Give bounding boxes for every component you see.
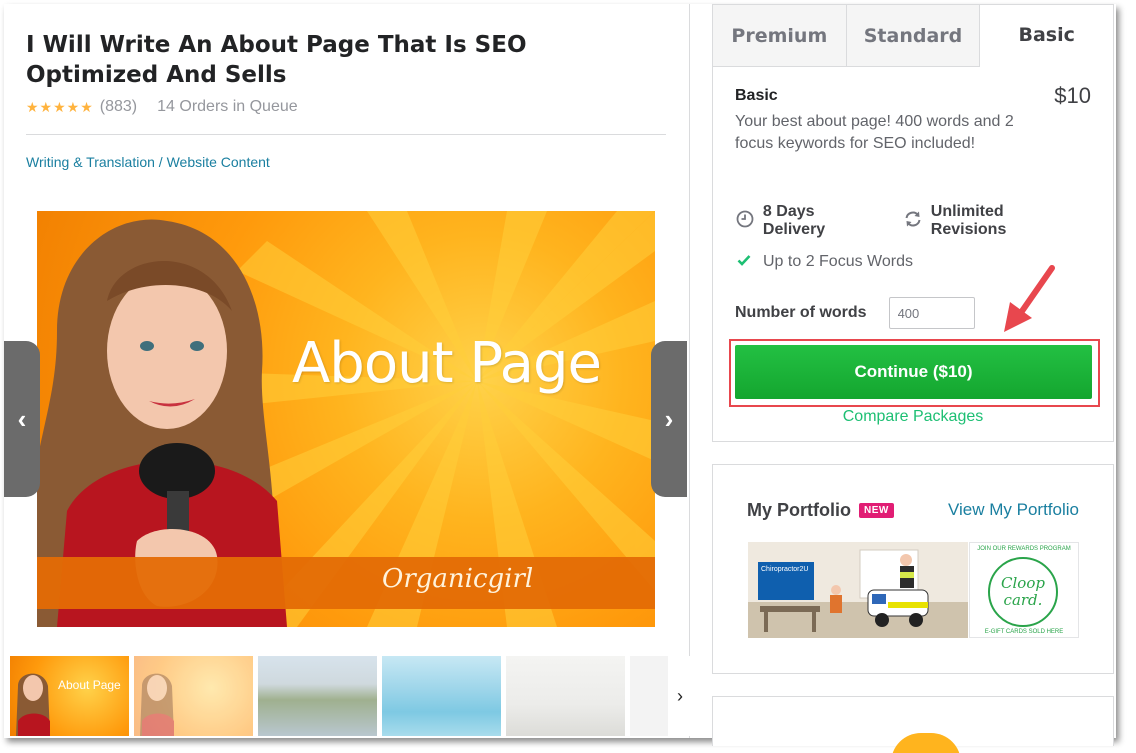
delivery-text: 8 Days Delivery [762, 203, 826, 238]
refresh-icon [903, 210, 923, 233]
thumbnail-portrait [16, 673, 50, 736]
words-selector: Number of words [735, 297, 975, 329]
thumbnail-1[interactable]: About Page [10, 656, 129, 736]
slider-prev-button[interactable]: ‹ [4, 341, 40, 497]
thumbnail-2[interactable] [134, 656, 253, 736]
tab-premium[interactable]: Premium [713, 5, 847, 66]
orders-in-queue: 14 Orders in Queue [157, 98, 298, 115]
revisions-text: Unlimited Revisions [930, 203, 1007, 238]
image-signature: Organicgirl [382, 564, 534, 594]
star-rating-icon: ★★★★★ [26, 98, 94, 115]
words-input[interactable] [888, 297, 975, 329]
compare-packages-link[interactable]: Compare Packages [713, 408, 1113, 426]
next-card [712, 696, 1114, 753]
portfolio-item2-top: JOIN OUR REWARDS PROGRAM [977, 546, 1071, 552]
thumbnail-4[interactable] [382, 656, 501, 736]
card-image-partial [891, 733, 961, 753]
gig-main-image[interactable]: About Page Organicgirl [37, 211, 655, 627]
package-price: $10 [1054, 83, 1091, 108]
tab-standard[interactable]: Standard [846, 5, 981, 66]
package-description: Your best about page! 400 words and 2 fo… [735, 113, 1014, 152]
package-name: Basic [735, 87, 778, 104]
chevron-right-icon: › [664, 403, 674, 434]
delivery-feature: 8 Days Delivery [735, 203, 881, 239]
chevron-left-icon: ‹ [17, 403, 27, 434]
tab-basic[interactable]: Basic [980, 5, 1114, 67]
portfolio-card: My Portfolio NEW View My Portfolio Chiro… [712, 464, 1114, 674]
gig-title: I Will Write An About Page That Is SEO O… [26, 32, 527, 88]
breadcrumb-separator: / [154, 154, 167, 170]
focus-words-text: Up to 2 Focus Words [763, 253, 913, 270]
feature-row: 8 Days Delivery Unlimited Revisions [735, 203, 1105, 239]
thumbnails-next-button[interactable]: › [668, 656, 692, 736]
portfolio-item2-bottom: E-GIFT CARDS SOLD HERE [984, 629, 1064, 635]
breadcrumb-subcategory[interactable]: Website Content [167, 154, 270, 170]
signature-band [37, 557, 655, 609]
slider-next-button[interactable]: › [651, 341, 687, 497]
chevron-right-icon: › [677, 685, 683, 706]
clock-icon [735, 210, 755, 233]
portfolio-title-text: My Portfolio [747, 500, 851, 520]
new-badge: NEW [859, 503, 894, 518]
view-portfolio-link[interactable]: View My Portfolio [948, 500, 1079, 520]
breadcrumb-category[interactable]: Writing & Translation [26, 154, 155, 170]
breadcrumb: Writing & Translation / Website Content [26, 154, 270, 170]
gig-overview: I Will Write An About Page That Is SEO O… [4, 4, 692, 738]
rating-count[interactable]: (883) [100, 98, 137, 116]
continue-button[interactable]: Continue ($10) [735, 345, 1092, 399]
image-headline: About Page [292, 331, 602, 396]
portfolio-item-2[interactable]: JOIN OUR REWARDS PROGRAM Cloop card. E-G… [969, 542, 1079, 638]
thumbnail-5[interactable] [506, 656, 625, 736]
portfolio-brand: Chiropractor2U [758, 562, 814, 600]
thumbnail-strip: About Page [10, 656, 686, 736]
divider [26, 134, 666, 135]
package-card: Premium Standard Basic Basic $10 Your be… [712, 4, 1114, 442]
thumbnail-portrait [140, 673, 174, 736]
cloop-card-logo: Cloop card. [988, 557, 1058, 627]
rating-row: ★★★★★ (883) 14 Orders in Queue [26, 98, 298, 116]
focus-words-feature: Up to 2 Focus Words [735, 253, 913, 271]
words-label: Number of words [735, 304, 867, 321]
thumbnail-3[interactable] [258, 656, 377, 736]
thumbnail-label: About Page [58, 678, 121, 692]
annotation-arrow-icon [1004, 265, 1055, 332]
portfolio-item-1[interactable]: Chiropractor2U [748, 542, 968, 638]
revisions-feature: Unlimited Revisions [903, 203, 1083, 239]
checkmark-icon [735, 253, 753, 271]
portfolio-title: My Portfolio NEW [747, 500, 894, 521]
package-tabs: Premium Standard Basic [713, 5, 1114, 67]
